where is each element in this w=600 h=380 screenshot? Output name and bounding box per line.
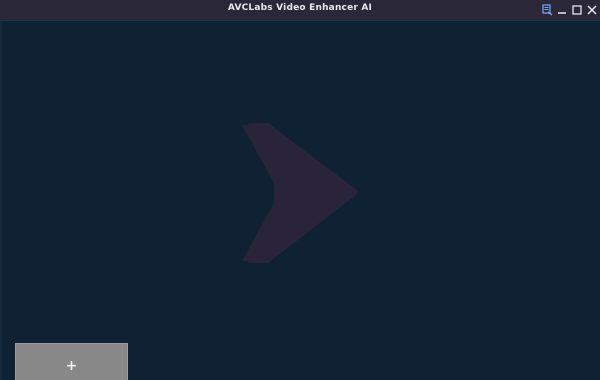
- minimize-icon[interactable]: [556, 3, 568, 17]
- maximize-icon[interactable]: [571, 3, 583, 17]
- window-controls: [541, 2, 598, 18]
- window-title: AVCLabs Video Enhancer AI: [227, 3, 373, 13]
- main-area: +: [0, 21, 600, 380]
- play-arrow-icon: [238, 103, 378, 267]
- title-bar[interactable]: AVCLabs Video Enhancer AI: [0, 0, 600, 21]
- menu-icon[interactable]: [541, 3, 553, 17]
- add-video-button[interactable]: +: [15, 343, 128, 380]
- plus-icon: +: [65, 358, 78, 374]
- app-window: AVCLabs Video Enhancer AI +: [0, 0, 600, 380]
- close-icon[interactable]: [586, 3, 598, 17]
